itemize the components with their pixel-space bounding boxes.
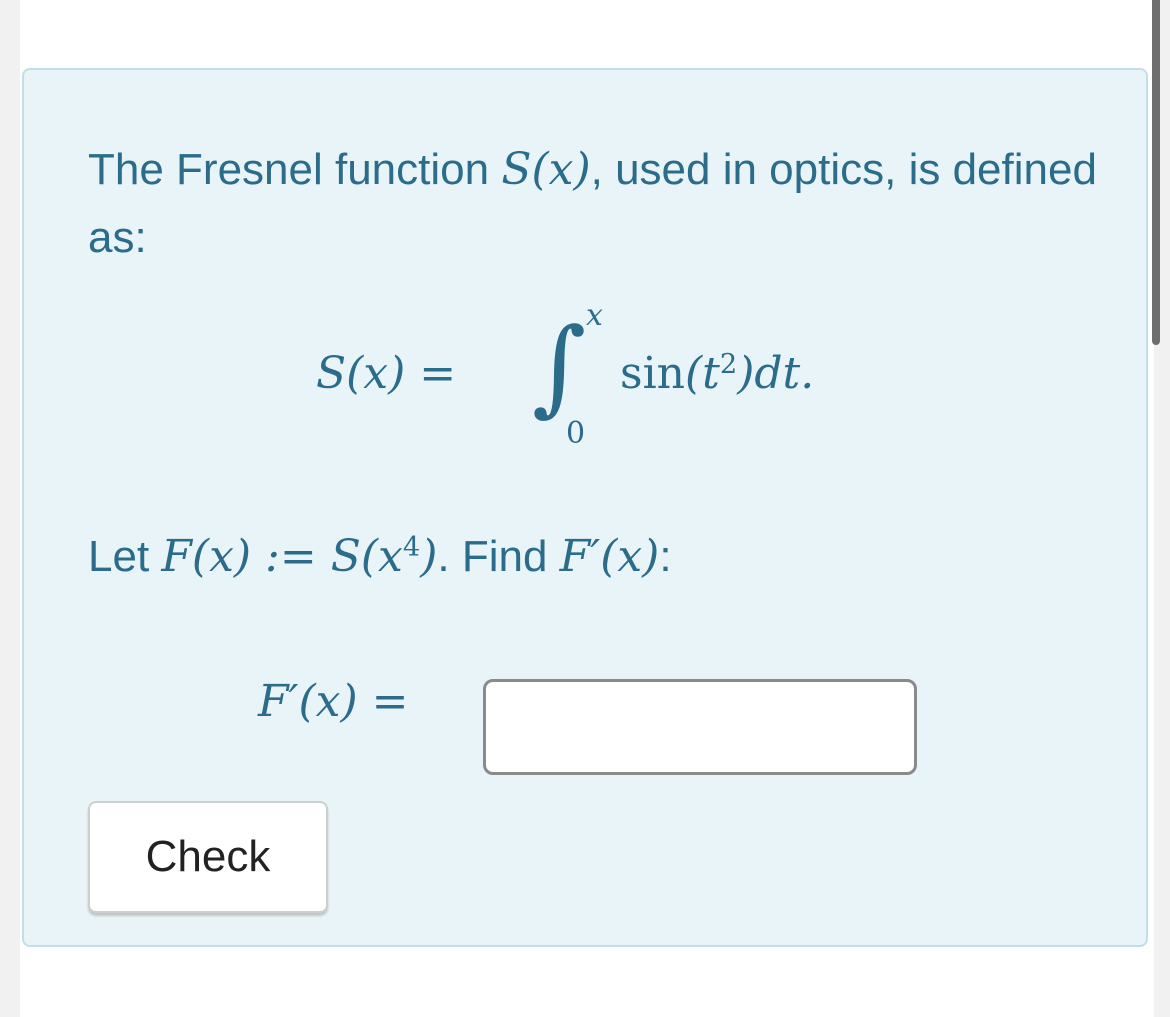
intro-math-s-of-x: S(x) (501, 144, 591, 195)
let-math-close: ) (420, 531, 438, 582)
fresnel-definition-equation: S(x) = ∫ x 0 sin(t2)dt. (314, 298, 934, 451)
let-math-definition: F(x) := S(x (161, 531, 403, 582)
integral-upper-limit: x (586, 298, 603, 333)
integral-lower-limit: 0 (566, 416, 586, 451)
integrand: sin(t2)dt. (620, 348, 814, 399)
question-card: The Fresnel function S(x), used in optic… (22, 68, 1148, 947)
let-math-exponent: 4 (402, 532, 421, 563)
answer-input[interactable] (483, 679, 917, 775)
integrand-argument: (t (685, 348, 720, 399)
find-math-derivative: F′(x) (559, 531, 660, 582)
equation-lhs: S(x) = (316, 348, 457, 399)
question-intro: The Fresnel function S(x), used in optic… (88, 136, 1118, 272)
intro-text-prefix: The Fresnel function (88, 145, 502, 194)
answer-label: F′(x) = (258, 676, 409, 727)
integral-sign: ∫ (532, 305, 587, 427)
let-text: Let (88, 532, 162, 581)
find-text: . Find (437, 532, 560, 581)
check-button[interactable]: Check (88, 801, 328, 913)
integrand-differential: )dt. (737, 348, 815, 399)
integrand-sin: sin (620, 348, 685, 399)
integrand-exponent: 2 (719, 349, 738, 380)
question-task: Let F(x) := S(x4). Find F′(x): (88, 514, 1118, 591)
scrollbar-thumb[interactable] (1152, 0, 1160, 345)
find-colon: : (659, 532, 672, 581)
